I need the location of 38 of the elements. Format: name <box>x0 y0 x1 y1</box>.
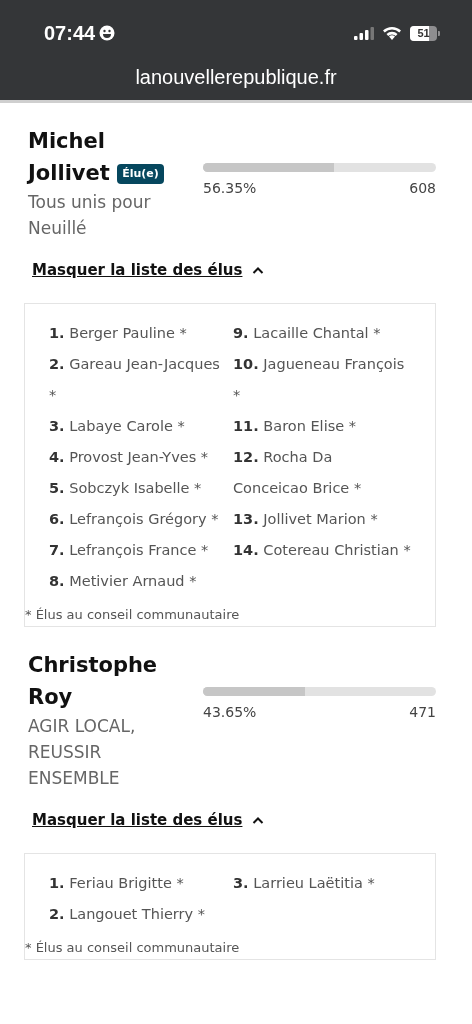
elected-member: 1. Berger Pauline * <box>49 324 188 343</box>
vote-count: 608 <box>409 180 436 196</box>
elected-member: 10. Jagueneau François * <box>233 355 406 405</box>
elected-member: 7. Lefrançois France * <box>49 541 210 560</box>
signal-icon <box>354 26 374 40</box>
elected-member: 11. Baron Elise * <box>233 417 357 436</box>
vote-percent: 43.65% <box>203 704 257 720</box>
chevron-icon[interactable] <box>252 816 265 824</box>
elected-member: 3. Larrieu Laëtitia * <box>233 874 376 893</box>
clock-time: 07:44 <box>44 21 96 45</box>
elected-member: 2. Langouet Thierry * <box>49 905 206 924</box>
candidate-name: Christophe Roy <box>28 653 158 709</box>
wifi-icon <box>382 26 402 40</box>
elected-member: 8. Metivier Arnaud * <box>49 572 198 591</box>
elected-member: 1. Feriau Brigitte * <box>49 874 185 893</box>
smiley-icon <box>99 25 116 41</box>
elected-member: 12. Rocha Da Conceicao Brice * <box>233 448 363 498</box>
candidate-name: Michel Jollivet <box>28 129 110 185</box>
elected-member: 9. Lacaille Chantal * <box>233 324 382 343</box>
elected-badge: Élu(e) <box>117 164 164 184</box>
address-url[interactable]: lanouvellerepublique.fr <box>135 66 337 89</box>
elected-member: 4. Provost Jean-Yves * <box>49 448 210 467</box>
party-name: Tous unis pour Neuillé <box>28 191 152 240</box>
elected-member: 6. Lefrançois Grégory * <box>49 510 220 529</box>
footnote: * Élus au conseil communautaire <box>25 940 241 955</box>
elected-member: 14. Cotereau Christian * <box>233 541 411 560</box>
vote-count: 471 <box>409 704 436 720</box>
elected-member: 5. Sobczyk Isabelle * <box>49 479 203 498</box>
elected-member: 3. Labaye Carole * <box>49 417 186 436</box>
footnote: * Élus au conseil communautaire <box>25 607 241 622</box>
chevron-icon[interactable] <box>252 266 265 274</box>
vote-percent: 56.35% <box>203 180 257 196</box>
battery-icon: 51 <box>410 25 440 41</box>
party-name: AGIR LOCAL, REUSSIR ENSEMBLE <box>28 715 137 790</box>
elected-member: 2. Gareau Jean-Jacques * <box>49 355 221 405</box>
elected-member: 13. Jollivet Marion * <box>233 510 379 529</box>
toggle-list-link[interactable]: Masquer la liste des élus <box>32 811 243 829</box>
toggle-list-link[interactable]: Masquer la liste des élus <box>32 261 243 279</box>
